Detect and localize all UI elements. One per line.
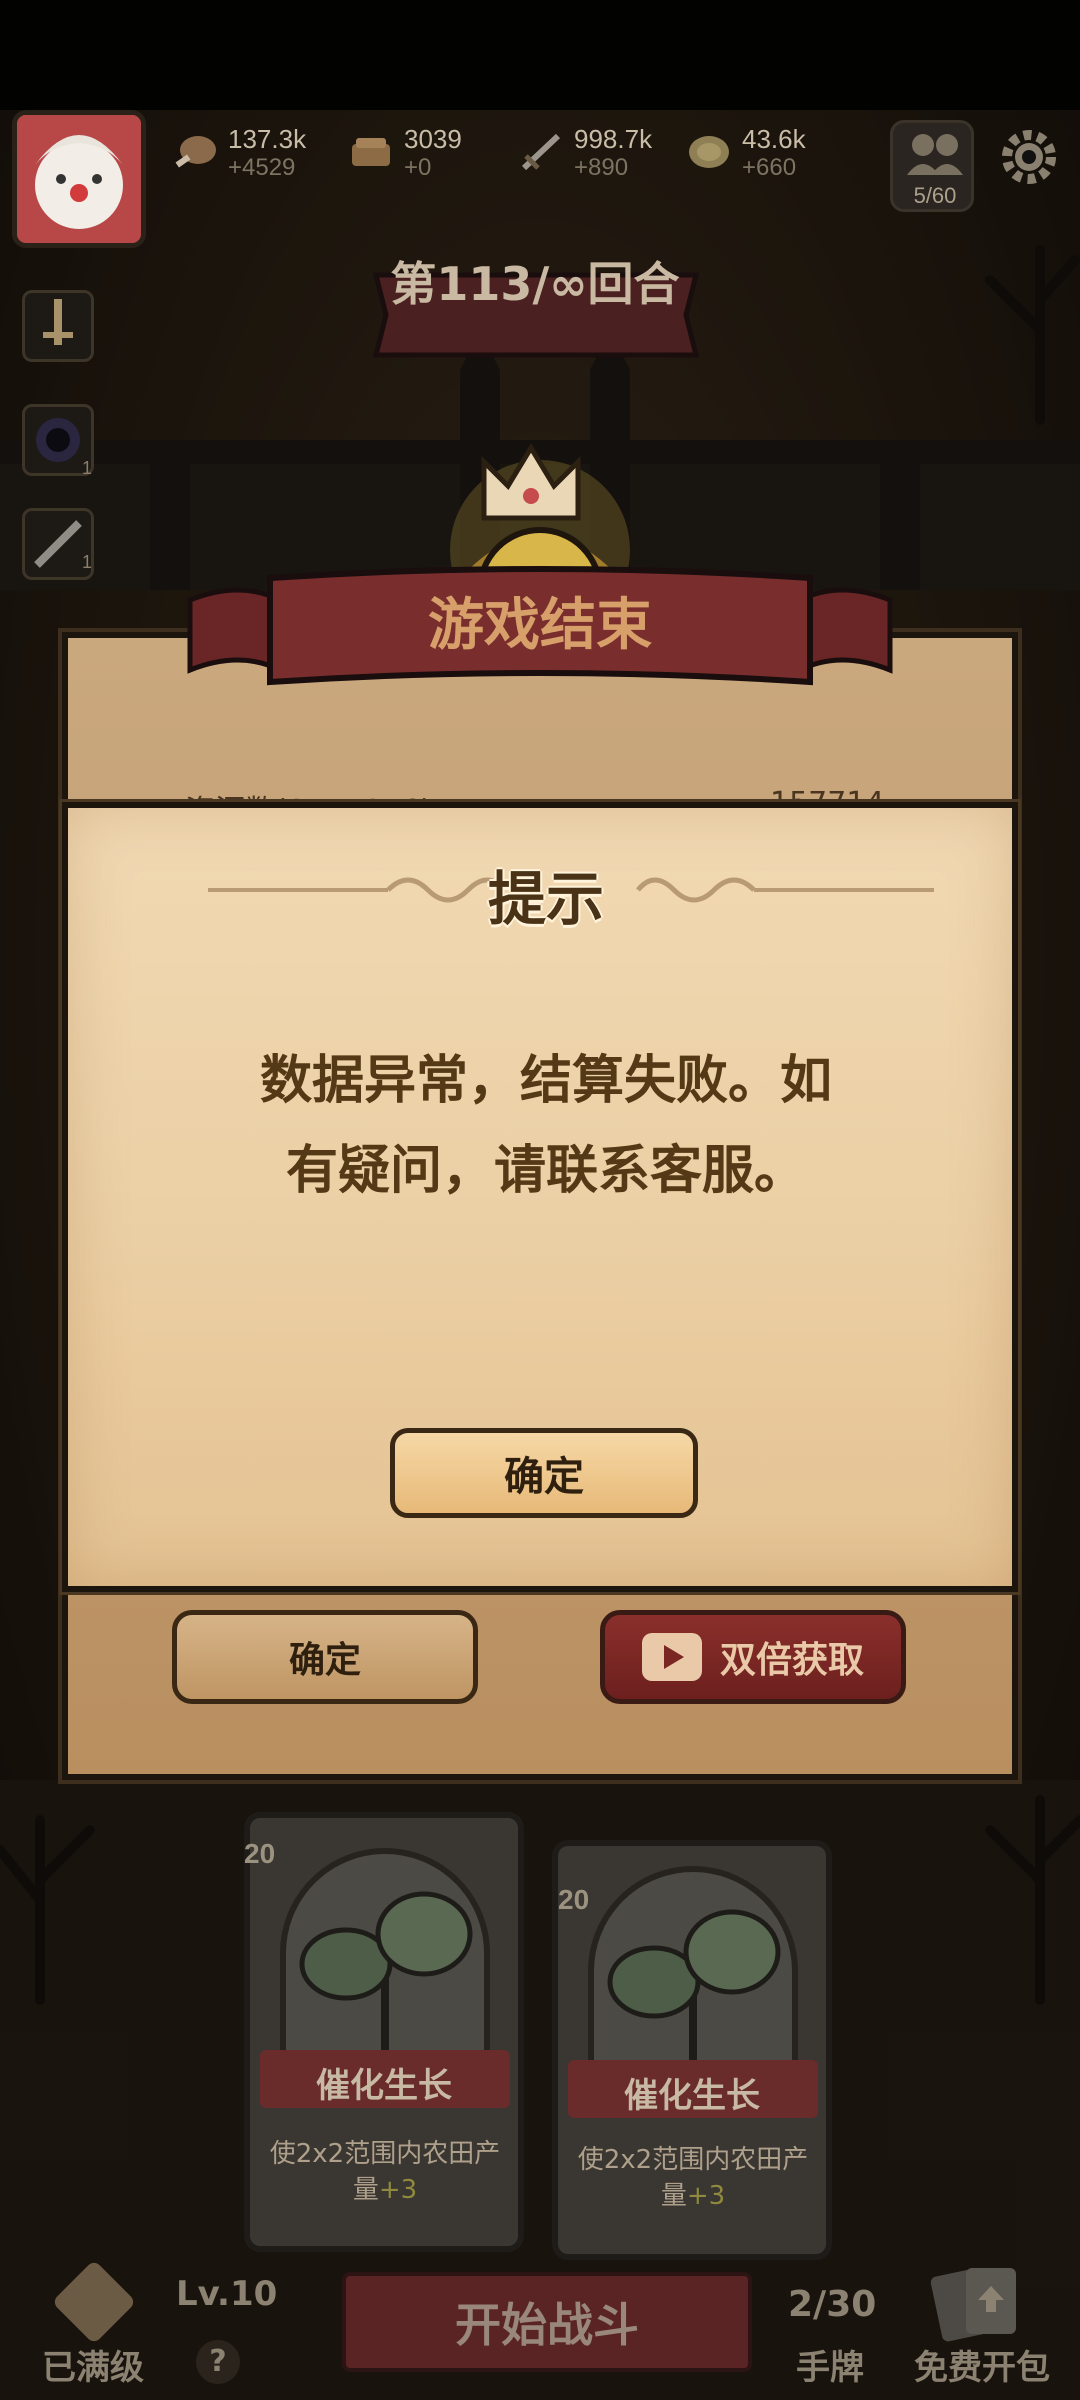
- player-avatar[interactable]: [12, 110, 146, 248]
- resource-weapon-value: 998.7k: [574, 124, 653, 154]
- card-pack-icon[interactable]: [926, 2262, 1046, 2342]
- dialog-title: 提示: [487, 865, 604, 933]
- people-icon: [907, 134, 963, 175]
- dialog-ok-label: 确定: [504, 1454, 584, 1500]
- help-button[interactable]: ?: [196, 2340, 240, 2384]
- hand-count: 2/30: [788, 2284, 877, 2325]
- game-over-confirm-label: 确定: [288, 1640, 361, 1681]
- resource-coin-value: 43.6k: [742, 124, 806, 154]
- clown-avatar-icon: [17, 115, 141, 243]
- max-level-label: 已满级: [42, 2348, 144, 2388]
- video-ad-icon: [641, 1633, 702, 1681]
- card-cost: 20: [244, 1838, 276, 1869]
- sprout-icon: [607, 1909, 781, 2082]
- free-pack-label[interactable]: 免费开包: [914, 2340, 1050, 2389]
- start-battle-label: 开始战斗: [455, 2298, 639, 2352]
- resource-coin-rate: +660: [742, 154, 797, 181]
- game-over-confirm-button[interactable]: 确定: [172, 1610, 478, 1704]
- card-description: 使2x2范围内农田产量+3: [260, 2136, 510, 2208]
- hand-label[interactable]: 手牌: [796, 2340, 864, 2389]
- dialog-message: 数据异常，结算失败。如有疑问，请联系客服。: [259, 1051, 832, 1201]
- top-resource-bar: 137.3k +4529 3039 +0 998.7k +890 43.6k +…: [0, 110, 1080, 248]
- meat-icon: [175, 136, 216, 168]
- dialog-ok-button[interactable]: 确定: [390, 1428, 698, 1518]
- population-count: 5/60: [913, 183, 957, 208]
- sword-icon: [521, 133, 561, 171]
- resource-weapon-rate: +890: [574, 154, 629, 181]
- side-portal-count: 1: [82, 458, 93, 478]
- skill-card[interactable]: 催化生长 使2x2范围内农田产量+3: [244, 1812, 524, 2252]
- card-bonus: +3: [378, 2175, 418, 2205]
- settings-gear-icon[interactable]: [996, 124, 1062, 190]
- upgrade-scroll-icon[interactable]: [44, 2262, 144, 2342]
- side-blade-count: 1: [82, 552, 93, 572]
- side-sword-button[interactable]: [22, 290, 94, 362]
- sprout-icon: [299, 1891, 473, 2064]
- double-reward-label: 双倍获取: [719, 1640, 864, 1681]
- resource-food-rate: +4529: [228, 154, 296, 181]
- card-bonus: +3: [686, 2181, 726, 2211]
- resource-wood-rate: +0: [404, 154, 432, 181]
- coin-icon: [689, 136, 729, 168]
- resource-food-value: 137.3k: [228, 124, 307, 154]
- start-battle-button[interactable]: 开始战斗: [342, 2272, 752, 2372]
- population-button[interactable]: 5/60: [890, 120, 974, 212]
- game-over-title: 游戏结束: [428, 593, 652, 658]
- card-name: 催化生长: [316, 2066, 452, 2106]
- card-name: 催化生长: [624, 2076, 760, 2116]
- card-description: 使2x2范围内农田产量+3: [568, 2142, 818, 2214]
- wood-icon: [352, 138, 390, 166]
- card-cost: 20: [558, 1884, 590, 1915]
- tip-dialog: 提示 数据异常，结算失败。如有疑问，请联系客服。 确定: [62, 802, 1018, 1592]
- skill-card[interactable]: 催化生长 使2x2范围内农田产量+3: [552, 1840, 832, 2260]
- level-indicator: Lv.10: [176, 2274, 278, 2314]
- resource-wood-value: 3039: [404, 124, 462, 154]
- card-art: [280, 1848, 490, 2078]
- round-counter: 第113/∞回合: [390, 257, 680, 311]
- sword-icon: [43, 299, 73, 345]
- double-reward-button[interactable]: 双倍获取: [600, 1610, 906, 1704]
